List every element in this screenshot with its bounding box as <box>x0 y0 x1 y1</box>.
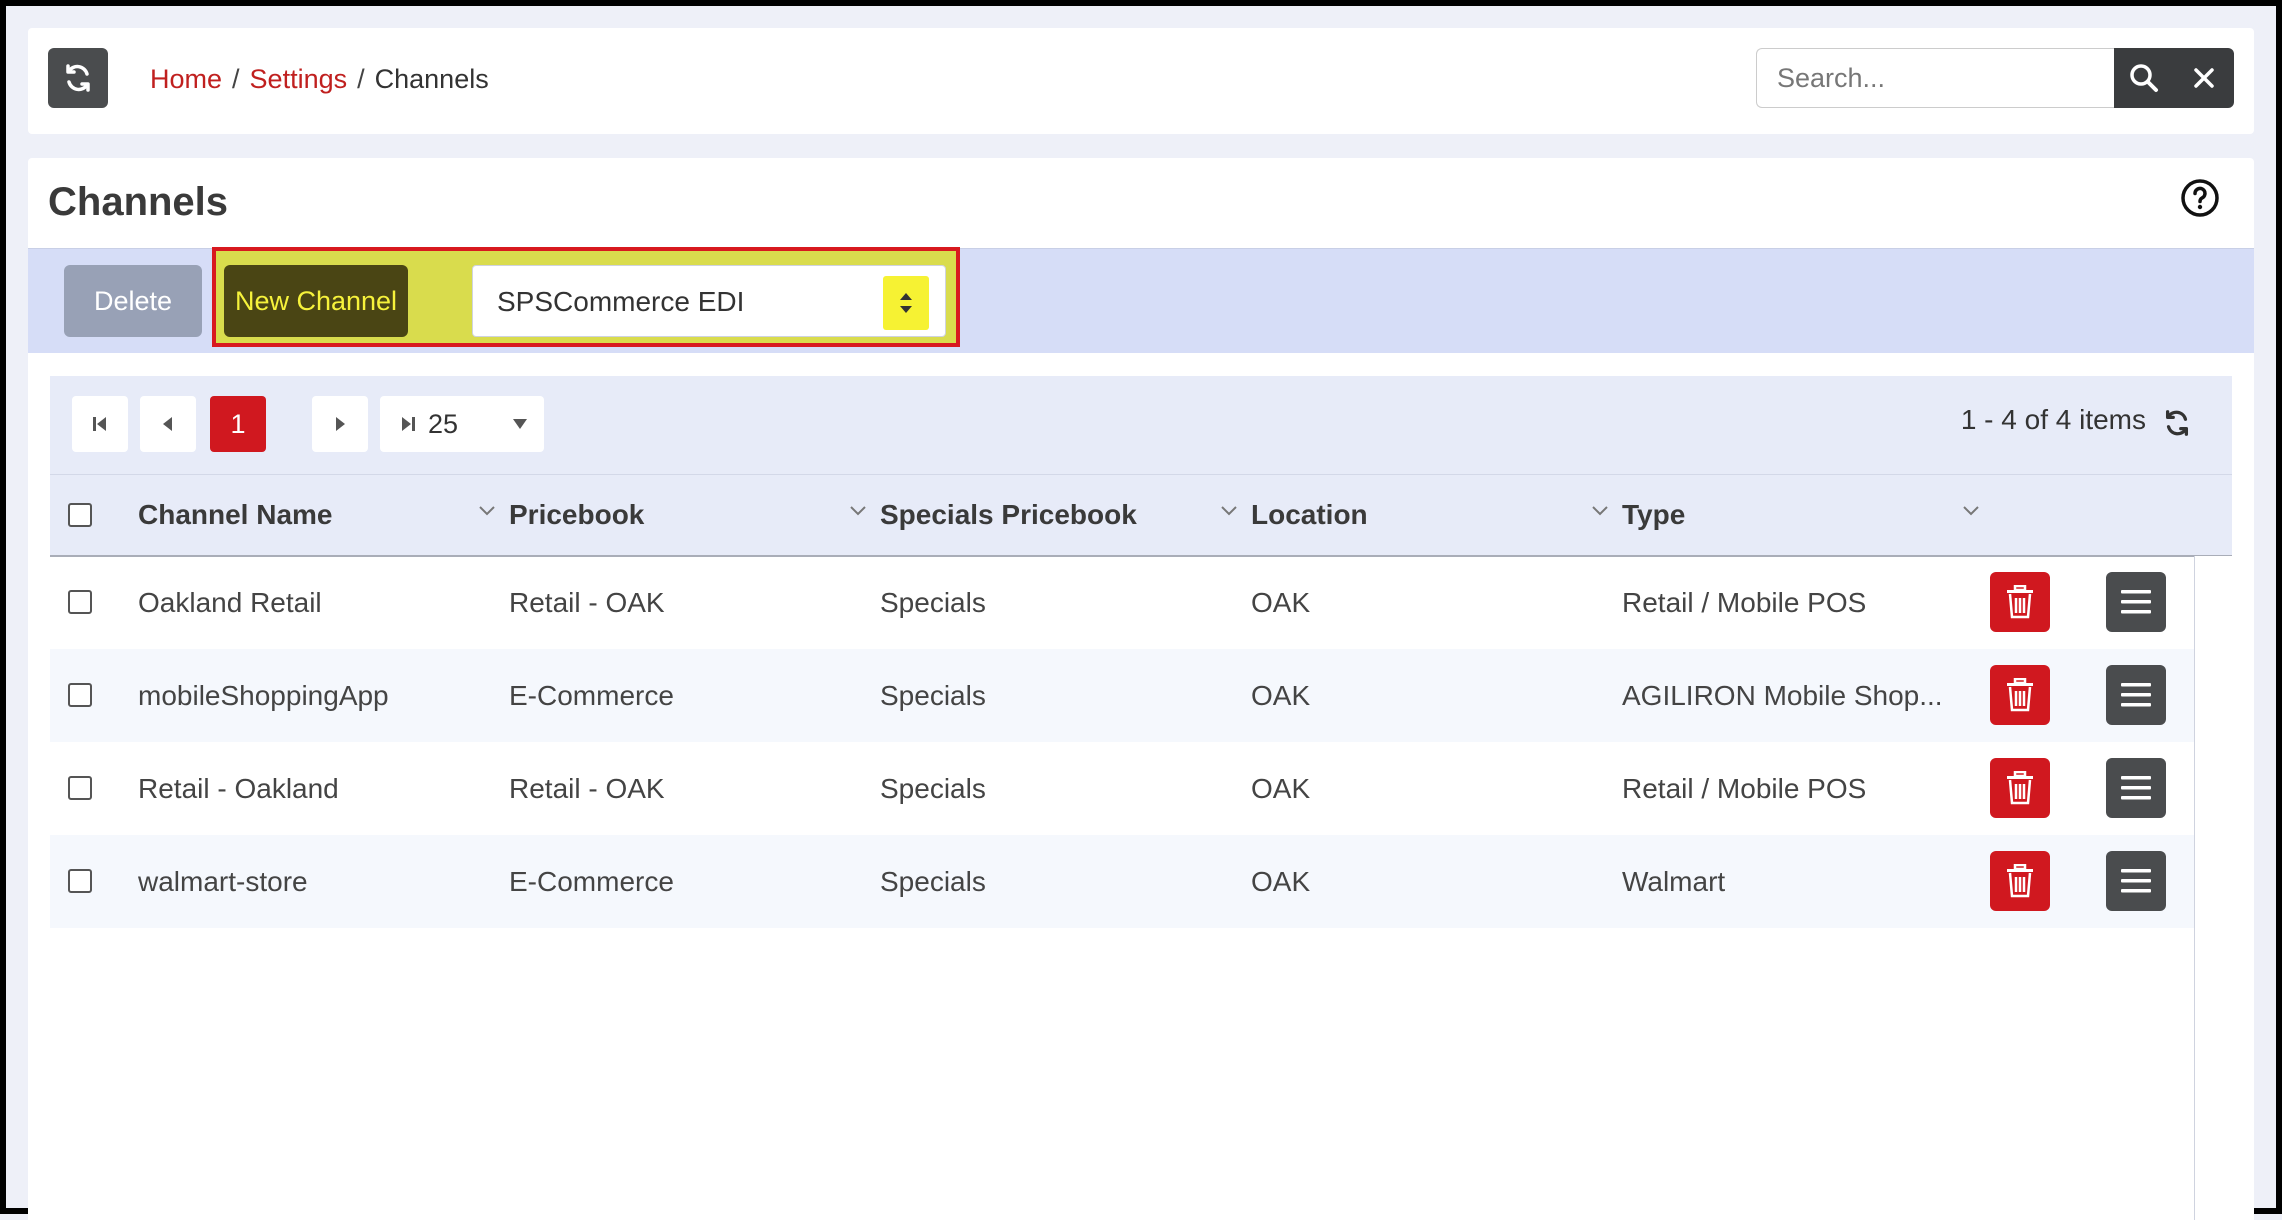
select-arrows-icon <box>883 276 929 330</box>
first-page-button[interactable] <box>72 396 128 452</box>
chevron-down-icon[interactable] <box>1220 505 1238 517</box>
table-header: Channel Name Pricebook Specials Priceboo… <box>50 474 2232 557</box>
page-size-value: 25 <box>428 409 459 439</box>
main-panel: Channels Delete New Channel SPSCommerce … <box>28 158 2254 1220</box>
cell-channel-name: Retail - Oakland <box>138 773 339 804</box>
column-header-location[interactable]: Location <box>1251 499 1368 531</box>
page-title: Channels <box>48 180 229 224</box>
cell-type: Walmart <box>1622 866 1726 897</box>
pager: 1 25 1 - 4 of 4 items <box>50 376 2232 474</box>
refresh-button[interactable] <box>48 48 108 108</box>
cell-pricebook: Retail - OAK <box>509 773 665 804</box>
trash-icon <box>2007 771 2033 805</box>
cell-channel-name: walmart-store <box>138 866 308 897</box>
cell-channel-name: Oakland Retail <box>138 587 322 618</box>
cell-location: OAK <box>1251 866 1311 897</box>
delete-row-button[interactable] <box>1990 758 2050 818</box>
row-menu-button[interactable] <box>2106 758 2166 818</box>
channel-type-value: SPSCommerce EDI <box>497 286 745 317</box>
search-icon <box>2130 64 2158 92</box>
row-menu-button[interactable] <box>2106 572 2166 632</box>
breadcrumb-settings[interactable]: Settings <box>250 64 348 95</box>
row-checkbox[interactable] <box>68 590 92 614</box>
delete-button[interactable]: Delete <box>64 265 202 337</box>
prev-page-button[interactable] <box>140 396 196 452</box>
cell-type: Retail / Mobile POS <box>1622 587 1867 618</box>
delete-row-button[interactable] <box>1990 572 2050 632</box>
breadcrumb-home[interactable]: Home <box>150 64 222 95</box>
table-row: walmart-store E-Commerce Specials OAK Wa… <box>50 835 2196 928</box>
delete-row-button[interactable] <box>1990 851 2050 911</box>
chevron-down-icon <box>513 419 527 429</box>
table-row: mobileShoppingApp E-Commerce Specials OA… <box>50 649 2196 742</box>
last-page-icon <box>402 417 415 431</box>
first-page-icon <box>93 417 106 431</box>
chevron-down-icon[interactable] <box>849 505 867 517</box>
cell-location: OAK <box>1251 680 1311 711</box>
column-header-pricebook[interactable]: Pricebook <box>509 499 644 531</box>
breadcrumb: Home / Settings / Channels <box>150 64 489 95</box>
row-menu-button[interactable] <box>2106 851 2166 911</box>
cell-pricebook: Retail - OAK <box>509 587 665 618</box>
chevron-down-icon[interactable] <box>478 505 496 517</box>
refresh-icon[interactable] <box>2162 408 2192 438</box>
new-channel-button[interactable]: New Channel <box>224 265 408 337</box>
cell-type: Retail / Mobile POS <box>1622 773 1867 804</box>
row-checkbox[interactable] <box>68 683 92 707</box>
chevron-down-icon[interactable] <box>1591 505 1609 517</box>
cell-location: OAK <box>1251 587 1311 618</box>
cell-channel-name: mobileShoppingApp <box>138 680 389 711</box>
prev-page-icon <box>163 417 172 431</box>
trash-icon <box>2007 678 2033 712</box>
cell-type: AGILIRON Mobile Shop... <box>1622 680 1943 711</box>
trash-icon <box>2007 585 2033 619</box>
close-icon <box>2194 68 2214 88</box>
delete-row-button[interactable] <box>1990 665 2050 725</box>
channels-grid: 1 25 1 - 4 of 4 items Channel Name Price… <box>50 376 2233 1220</box>
breadcrumb-separator: / <box>232 64 240 94</box>
current-page-button[interactable]: 1 <box>210 396 266 452</box>
row-checkbox[interactable] <box>68 869 92 893</box>
breadcrumb-current: Channels <box>374 64 489 94</box>
action-toolbar: Delete New Channel SPSCommerce EDI <box>28 247 2254 353</box>
row-menu-button[interactable] <box>2106 665 2166 725</box>
page-size-select[interactable]: 25 <box>418 396 544 452</box>
menu-icon <box>2121 683 2151 707</box>
column-header-type[interactable]: Type <box>1622 499 1685 531</box>
row-checkbox[interactable] <box>68 776 92 800</box>
channel-type-select[interactable]: SPSCommerce EDI <box>472 265 946 337</box>
cell-specials-pricebook: Specials <box>880 587 986 618</box>
cell-specials-pricebook: Specials <box>880 680 986 711</box>
vertical-scrollbar[interactable] <box>2194 556 2233 1220</box>
breadcrumb-separator: / <box>357 64 365 94</box>
search-input[interactable] <box>1756 48 2114 108</box>
next-page-button[interactable] <box>312 396 368 452</box>
table-row: Oakland Retail Retail - OAK Specials OAK… <box>50 556 2196 649</box>
select-all-checkbox[interactable] <box>68 503 92 527</box>
table-row: Retail - Oakland Retail - OAK Specials O… <box>50 742 2196 835</box>
refresh-icon <box>66 64 90 92</box>
items-count: 1 - 4 of 4 items <box>1960 404 2146 435</box>
column-header-specials-pricebook[interactable]: Specials Pricebook <box>880 499 1137 531</box>
clear-search-button[interactable] <box>2174 48 2234 108</box>
column-header-channel-name[interactable]: Channel Name <box>138 499 333 531</box>
top-bar: Home / Settings / Channels <box>28 28 2254 134</box>
chevron-down-icon[interactable] <box>1962 505 1980 517</box>
search-bar <box>1756 48 2234 108</box>
menu-icon <box>2121 590 2151 614</box>
trash-icon <box>2007 864 2033 898</box>
menu-icon <box>2121 776 2151 800</box>
cell-specials-pricebook: Specials <box>880 773 986 804</box>
cell-specials-pricebook: Specials <box>880 866 986 897</box>
menu-icon <box>2121 869 2151 893</box>
cell-location: OAK <box>1251 773 1311 804</box>
help-icon[interactable] <box>2180 178 2220 218</box>
search-button[interactable] <box>2114 48 2174 108</box>
next-page-icon <box>336 417 345 431</box>
cell-pricebook: E-Commerce <box>509 680 674 711</box>
cell-pricebook: E-Commerce <box>509 866 674 897</box>
